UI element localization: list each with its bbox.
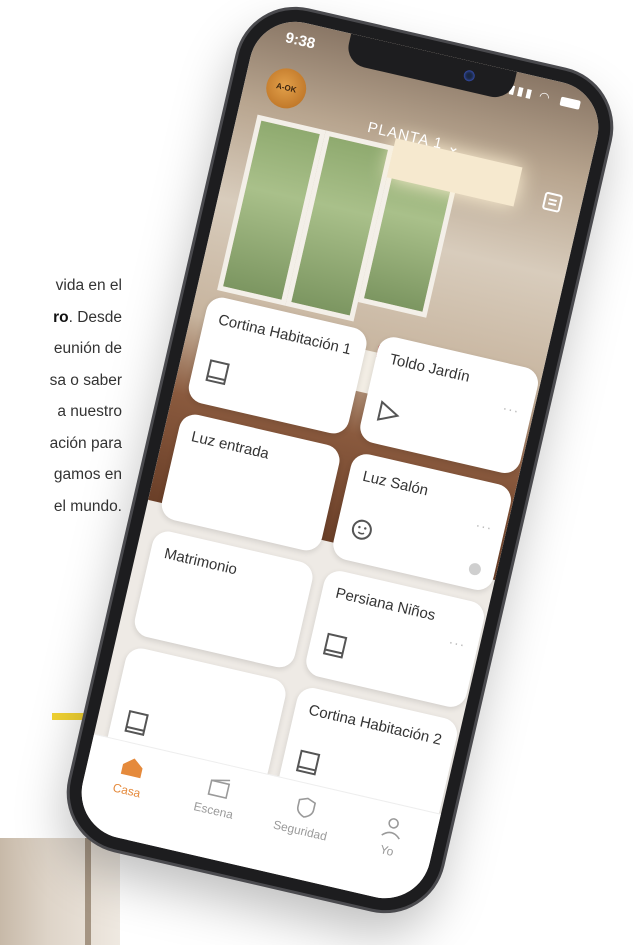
curtain-icon — [124, 710, 149, 736]
paragraph-line: sa o saber — [49, 371, 122, 389]
paragraph-line: ro. Desde — [53, 308, 122, 326]
tab-escena[interactable]: Escena — [169, 769, 256, 866]
tab-label: Yo — [378, 842, 396, 859]
tab-label: Seguridad — [271, 817, 329, 844]
tab-label: Escena — [192, 799, 235, 822]
scene-icon — [207, 779, 230, 799]
paragraph-line: ación para — [49, 434, 122, 452]
paragraph-line: eunión de — [53, 340, 122, 357]
background-paragraph: vida en el ro. Desde eunión de sa o sabe… — [0, 270, 122, 522]
user-icon — [380, 817, 400, 840]
device-name: Persiana Niños — [333, 584, 437, 625]
tab-label: Casa — [111, 780, 142, 801]
paragraph-line: vida en el — [55, 277, 122, 294]
paragraph-bold: ro — [53, 308, 69, 326]
device-name — [139, 662, 271, 693]
device-card[interactable]: Luz entrada — [158, 411, 343, 554]
outlet-icon — [351, 519, 372, 540]
device-name: Matrimonio — [162, 545, 239, 579]
awning-icon — [376, 400, 400, 421]
phone-frame: 9:38 ▮▮▮ ◠ A-OK PLANTA 1 ⌄ Cortina Habit… — [58, 0, 622, 922]
more-icon[interactable]: ··· — [447, 633, 467, 652]
device-card[interactable]: Luz Salón ··· — [330, 450, 515, 594]
device-name: Luz entrada — [189, 428, 271, 463]
camera — [462, 69, 476, 83]
status-time: 9:38 — [283, 29, 317, 53]
battery-icon — [559, 96, 581, 111]
phone-mockup: 9:38 ▮▮▮ ◠ A-OK PLANTA 1 ⌄ Cortina Habit… — [58, 0, 622, 922]
device-name: Cortina Habitación 2 — [306, 701, 444, 749]
device-card[interactable]: Persiana Niños ··· — [303, 567, 488, 711]
paragraph-line: gamos en — [53, 466, 122, 483]
device-card[interactable]: Matrimonio — [131, 528, 316, 671]
background-photo — [0, 838, 120, 945]
tab-yo[interactable]: Yo — [342, 809, 429, 906]
paragraph-line: el mundo. — [53, 497, 122, 515]
paragraph-line: a nuestro — [57, 403, 122, 420]
status-icons: ▮▮▮ ◠ — [507, 82, 581, 112]
curtain-icon — [205, 359, 230, 386]
curtain-icon — [295, 749, 321, 776]
tab-casa[interactable]: Casa — [82, 749, 169, 846]
power-toggle[interactable] — [467, 561, 482, 577]
tab-seguridad[interactable]: Seguridad — [255, 789, 342, 886]
wifi-icon: ◠ — [537, 88, 554, 106]
curtain-icon — [322, 632, 348, 659]
device-name: Luz Salón — [360, 467, 430, 500]
shield-icon — [296, 797, 316, 818]
app-screen: 9:38 ▮▮▮ ◠ A-OK PLANTA 1 ⌄ Cortina Habit… — [72, 12, 608, 908]
more-icon[interactable]: ··· — [501, 399, 521, 418]
device-grid: Cortina Habitación 1 Toldo Jardín ··· Lu… — [104, 294, 542, 827]
more-icon[interactable]: ··· — [474, 516, 494, 535]
house-icon — [120, 758, 143, 779]
